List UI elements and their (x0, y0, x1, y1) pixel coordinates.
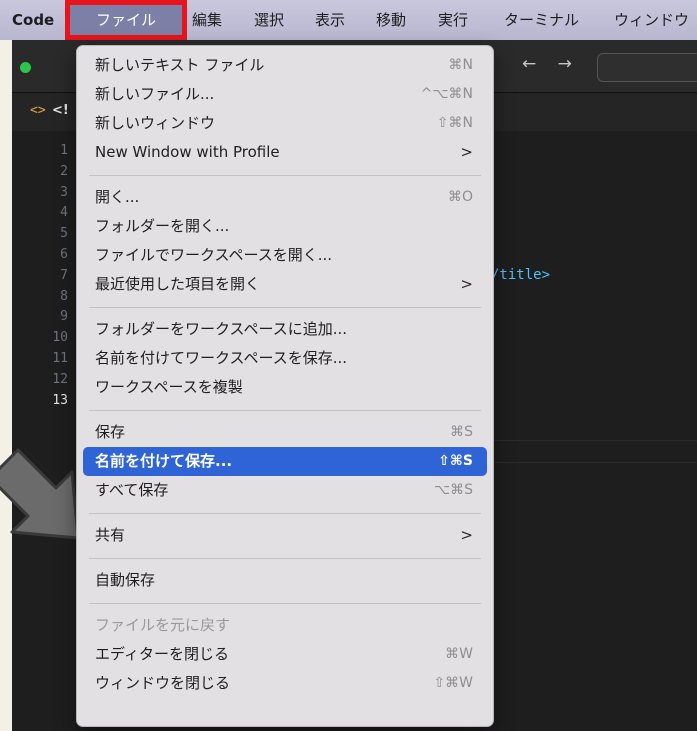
menu-item-label: 最近使用した項目を開く (95, 275, 261, 293)
html-file-icon: <> (30, 103, 46, 118)
line-number: 10 (52, 330, 68, 346)
line-number: 2 (60, 163, 68, 179)
menu-item[interactable]: 新しいファイル... ^⌥⌘N (83, 80, 487, 109)
menu-separator (89, 306, 481, 308)
window-zoom-button[interactable] (20, 62, 31, 73)
menu-separator (89, 602, 481, 604)
menu-item-label: 自動保存 (95, 571, 156, 589)
menubar-edit-menu[interactable]: 編集 (192, 0, 222, 40)
menu-item-label: 新しいウィンドウ (95, 114, 216, 132)
active-line-number: 13 (52, 392, 68, 408)
menu-item-label: ウィンドウを閉じる (95, 674, 231, 692)
menu-item-shortcut: ⌘O (447, 189, 473, 205)
menu-item-label: すべて保存 (95, 481, 169, 499)
menu-item-shortcut: ⌘W (445, 646, 473, 662)
command-center-search[interactable] (597, 53, 697, 82)
menu-item-label: 新しいテキスト ファイル (95, 56, 265, 74)
line-number: 4 (60, 205, 68, 221)
menu-item-label: New Window with Profile (95, 143, 280, 161)
menu-item-label: 名前を付けてワークスペースを保存... (95, 349, 348, 367)
line-number: 7 (60, 267, 68, 283)
menubar-selection-menu[interactable]: 選択 (254, 0, 284, 40)
menu-item[interactable]: 共有 > (83, 521, 487, 550)
line-number-gutter: 1 2 3 4 5 6 7 8 9 10 11 12 13 (12, 141, 76, 411)
line-number: 8 (60, 288, 68, 304)
menu-separator (89, 512, 481, 514)
chevron-right-icon: > (460, 275, 473, 293)
menubar-file-menu[interactable]: ファイル (65, 0, 187, 40)
menu-item[interactable]: New Window with Profile > (83, 138, 487, 167)
menu-separator (89, 557, 481, 559)
menu-item[interactable]: 最近使用した項目を開く > (83, 270, 487, 299)
menu-item: ファイルを元に戻す (83, 611, 487, 640)
menu-item-label: フォルダーを開く... (95, 217, 230, 235)
menu-separator (89, 174, 481, 176)
file-dropdown-menu: 新しいテキスト ファイル ⌘N 新しいファイル... ^⌥⌘N 新しいウィンドウ ⇧⌘N N… (76, 45, 494, 727)
line-number: 11 (52, 350, 68, 366)
menu-item-shortcut: ⇧⌘N (436, 115, 473, 131)
menu-item[interactable]: ファイルでワークスペースを開く... (83, 241, 487, 270)
chevron-right-icon: > (460, 526, 473, 544)
menubar-terminal-menu[interactable]: ターミナル (504, 0, 579, 40)
menu-item-label: 新しいファイル... (95, 85, 215, 103)
line-number: 9 (60, 309, 68, 325)
menubar-run-menu[interactable]: 実行 (438, 0, 468, 40)
menu-item[interactable]: エディターを閉じる ⌘W (83, 640, 487, 669)
menu-item-shortcut: ⌥⌘S (433, 482, 473, 498)
menu-item[interactable]: 新しいウィンドウ ⇧⌘N (83, 109, 487, 138)
line-number: 5 (60, 226, 68, 242)
menu-item-label: フォルダーをワークスペースに追加... (95, 320, 348, 338)
menu-item-shortcut: ⌘N (448, 57, 473, 73)
menu-item-label: 開く... (95, 188, 140, 206)
line-number: 6 (60, 246, 68, 262)
menu-item-label: 共有 (95, 526, 126, 544)
menu-item-shortcut: ⌘S (450, 424, 473, 440)
menubar-window-menu[interactable]: ウィンドウ (614, 0, 689, 40)
line-number: 1 (60, 143, 68, 158)
menubar-go-menu[interactable]: 移動 (376, 0, 406, 40)
menu-item-label: ファイルを元に戻す (95, 616, 231, 634)
menu-item[interactable]: すべて保存 ⌥⌘S (83, 476, 487, 505)
menubar-view-menu[interactable]: 表示 (315, 0, 345, 40)
editor-tab-label[interactable]: <! (52, 103, 69, 118)
menu-item-shortcut: ^⌥⌘N (420, 86, 473, 102)
code-text[interactable]: /title> (491, 267, 550, 283)
menu-item-label: 名前を付けて保存... (95, 452, 233, 470)
menu-item-label: 保存 (95, 423, 126, 441)
line-number: 12 (52, 371, 68, 387)
menu-item[interactable]: 新しいテキスト ファイル ⌘N (83, 51, 487, 80)
menu-item[interactable]: 自動保存 (83, 566, 487, 595)
menu-item-label: ファイルでワークスペースを開く... (95, 246, 333, 264)
menu-item[interactable]: フォルダーを開く... (83, 212, 487, 241)
menu-item[interactable]: 開く... ⌘O (83, 183, 487, 212)
menu-item[interactable]: ワークスペースを複製 (83, 373, 487, 402)
chevron-right-icon: > (460, 143, 473, 161)
menu-separator (89, 409, 481, 411)
macos-menubar: Code ファイル 編集 選択 表示 移動 実行 ターミナル ウィンドウ (0, 0, 697, 40)
menu-item-label: ワークスペースを複製 (95, 378, 243, 396)
menubar-app-name[interactable]: Code (12, 0, 54, 40)
line-number: 3 (60, 184, 68, 200)
menu-item-shortcut: ⇧⌘S (438, 453, 473, 469)
menu-item[interactable]: 名前を付けて保存... ⇧⌘S (83, 447, 487, 476)
menu-item[interactable]: 名前を付けてワークスペースを保存... (83, 344, 487, 373)
menu-item-label: エディターを閉じる (95, 645, 229, 663)
menu-item[interactable]: ウィンドウを閉じる ⇧⌘W (83, 669, 487, 698)
navigation-arrows[interactable]: ← → (522, 54, 580, 74)
menu-item[interactable]: 保存 ⌘S (83, 418, 487, 447)
menu-item-shortcut: ⇧⌘W (433, 675, 473, 691)
menu-item[interactable]: フォルダーをワークスペースに追加... (83, 315, 487, 344)
